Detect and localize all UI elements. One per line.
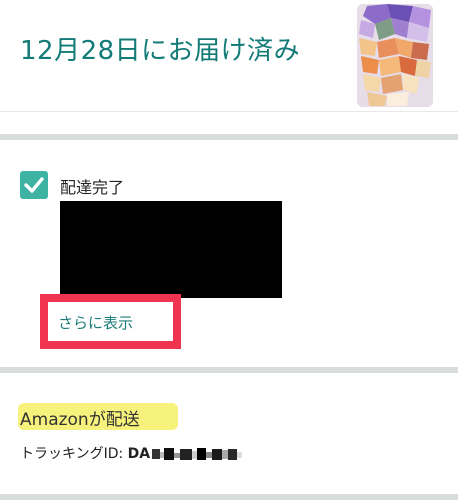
shipper-suffix: が配送: [88, 410, 140, 430]
shipping-section: Amazonが配送 トラッキングID: DA: [0, 373, 458, 494]
delivery-status-label: 配達完了: [60, 178, 125, 197]
show-more-link[interactable]: さらに表示: [58, 312, 133, 333]
header-divider: [0, 111, 458, 112]
checkmark-icon: [24, 177, 44, 193]
header: 12月28日にお届け済み: [0, 0, 458, 111]
delivery-date-title: 12月28日にお届け済み: [20, 36, 301, 66]
redacted-tracking-icon: [152, 448, 243, 460]
product-photo-pixelated-icon: [357, 4, 433, 107]
tracking-id: トラッキングID: DA: [20, 443, 244, 463]
product-thumbnail[interactable]: [357, 4, 433, 107]
shipper-brand: Amazon: [20, 410, 89, 430]
tracking-value: DA: [127, 446, 151, 462]
delivered-checkbox: [20, 171, 48, 199]
redacted-details: [60, 201, 282, 298]
delivery-status-section: 配達完了 さらに表示: [0, 140, 458, 367]
tracking-label: トラッキングID:: [20, 446, 128, 462]
section-separator: [0, 494, 458, 500]
shipper-label: Amazonが配送: [20, 405, 140, 430]
